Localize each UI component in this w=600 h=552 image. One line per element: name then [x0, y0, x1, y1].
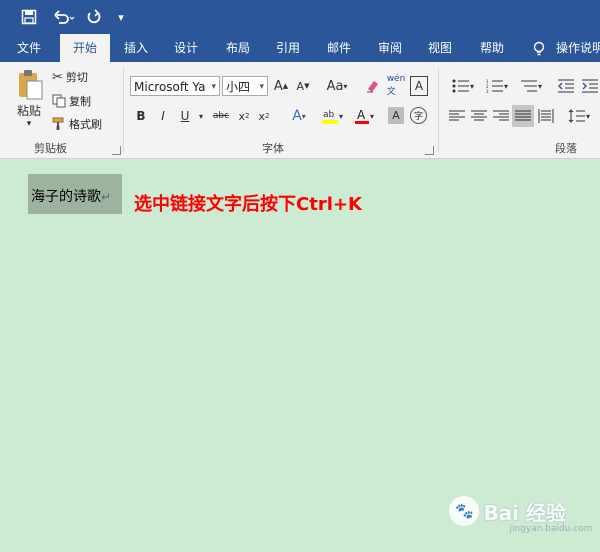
- format-painter-button[interactable]: 格式刷: [52, 115, 102, 133]
- tab-review[interactable]: 审阅: [370, 34, 410, 62]
- grow-font-icon[interactable]: A ▲: [272, 76, 290, 96]
- tab-view[interactable]: 视图: [420, 34, 460, 62]
- chevron-down-icon: ▾: [259, 82, 264, 92]
- change-case-icon[interactable]: Aa ▾: [322, 76, 352, 96]
- cut-button[interactable]: ✂ 剪切: [52, 68, 88, 86]
- selected-link-text[interactable]: 海子的诗歌↵: [31, 186, 111, 206]
- chevron-down-icon: ▾: [211, 82, 216, 92]
- tab-home[interactable]: 开始: [60, 34, 110, 62]
- font-color-icon[interactable]: A ▾: [350, 106, 378, 126]
- tab-insert[interactable]: 插入: [116, 34, 156, 62]
- ribbon-home: 粘贴 ▾ ✂ 剪切 复制 格式刷 剪贴板 Microsoft Ya ▾ 小四 ▾…: [0, 62, 600, 159]
- line-spacing-icon[interactable]: ▾: [564, 106, 594, 126]
- copy-label: 复制: [69, 95, 91, 108]
- align-left-icon[interactable]: [447, 106, 467, 126]
- align-right-icon[interactable]: [491, 106, 511, 126]
- cut-label: 剪切: [65, 71, 88, 84]
- character-border-icon[interactable]: A: [410, 76, 428, 96]
- undo-icon[interactable]: [50, 6, 78, 28]
- customize-qat-icon[interactable]: ▾: [114, 6, 128, 28]
- format-painter-label: 格式刷: [69, 118, 102, 131]
- character-shading-icon[interactable]: A: [388, 107, 404, 124]
- paste-label[interactable]: 粘贴: [10, 102, 48, 118]
- paragraph-group-label: 段落: [555, 142, 577, 155]
- text-effects-icon[interactable]: A ▾: [286, 106, 312, 126]
- watermark-brand: Bai 经验: [483, 500, 566, 525]
- redo-icon[interactable]: [84, 6, 104, 28]
- clipboard-launcher[interactable]: [112, 146, 121, 155]
- watermark-url: jingyan.baidu.com: [509, 524, 593, 534]
- font-name-combo[interactable]: Microsoft Ya ▾: [130, 76, 220, 96]
- tab-design[interactable]: 设计: [166, 34, 206, 62]
- paste-dropdown-icon[interactable]: ▾: [22, 118, 36, 130]
- paw-icon: 🐾: [449, 496, 480, 526]
- tab-file[interactable]: 文件: [8, 34, 50, 62]
- lightbulb-icon[interactable]: [530, 34, 548, 62]
- phonetic-guide-icon[interactable]: wén 文: [386, 74, 406, 97]
- numbering-icon[interactable]: 1 2 3 ▾: [482, 76, 512, 96]
- copy-icon: [52, 94, 66, 108]
- paste-button[interactable]: [12, 68, 48, 102]
- italic-icon[interactable]: I: [156, 106, 170, 126]
- group-separator: [123, 68, 124, 152]
- bold-icon[interactable]: B: [134, 106, 148, 126]
- underline-dropdown-icon[interactable]: ▾: [196, 106, 206, 126]
- svg-text:3: 3: [486, 89, 489, 93]
- align-center-icon[interactable]: [469, 106, 489, 126]
- svg-text:ab: ab: [323, 110, 335, 120]
- tab-mailings[interactable]: 邮件: [319, 34, 359, 62]
- tab-layout[interactable]: 布局: [218, 34, 258, 62]
- copy-button[interactable]: 复制: [52, 92, 91, 110]
- font-name-value: Microsoft Ya: [134, 80, 206, 94]
- bullets-icon[interactable]: ▾: [448, 76, 478, 96]
- baidu-watermark: 🐾 Bai 经验 jingyan.baidu.com: [449, 496, 593, 534]
- font-group-label: 字体: [262, 142, 284, 155]
- distributed-icon[interactable]: [536, 106, 556, 126]
- paragraph-mark: ↵: [101, 190, 112, 204]
- title-bar: ▾: [0, 0, 600, 34]
- tell-me-search[interactable]: 操作说明: [556, 34, 600, 62]
- strikethrough-icon[interactable]: abc: [210, 106, 232, 126]
- tab-references[interactable]: 引用: [268, 34, 308, 62]
- superscript-icon[interactable]: x2: [256, 106, 272, 126]
- highlight-color-icon[interactable]: ab ▾: [318, 106, 346, 126]
- multilevel-list-icon[interactable]: ▾: [516, 76, 546, 96]
- font-launcher[interactable]: [425, 146, 434, 155]
- subscript-icon[interactable]: x2: [236, 106, 252, 126]
- justify-icon[interactable]: [512, 105, 534, 127]
- enclose-characters-icon[interactable]: 字: [410, 107, 427, 124]
- instruction-annotation: 选中链接文字后按下Ctrl+K: [134, 194, 362, 215]
- group-separator: [438, 68, 439, 152]
- clipboard-group-label: 剪贴板: [34, 142, 67, 155]
- scissors-icon: ✂: [52, 69, 63, 85]
- format-painter-icon: [52, 117, 64, 130]
- increase-indent-icon[interactable]: [580, 76, 600, 96]
- tab-help[interactable]: 帮助: [472, 34, 512, 62]
- clear-formatting-icon[interactable]: [364, 76, 382, 96]
- save-icon[interactable]: [18, 6, 40, 28]
- underline-icon[interactable]: U: [178, 106, 192, 126]
- ribbon-tabs: 文件 开始 插入 设计 布局 引用 邮件 审阅 视图 帮助 操作说明: [0, 34, 600, 62]
- decrease-indent-icon[interactable]: [556, 76, 576, 96]
- shrink-font-icon[interactable]: A ▼: [294, 76, 312, 96]
- svg-text:A: A: [357, 108, 366, 122]
- font-size-value: 小四: [226, 80, 251, 94]
- font-size-combo[interactable]: 小四 ▾: [222, 76, 268, 96]
